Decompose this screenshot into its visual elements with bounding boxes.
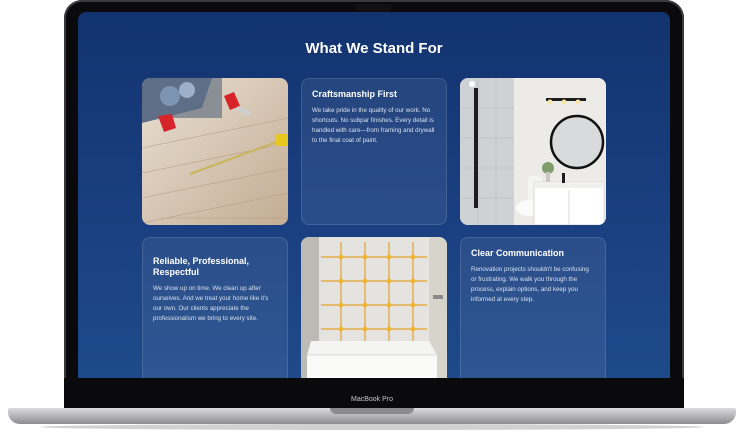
section-title: What We Stand For — [305, 40, 443, 57]
bathroom-shower-vanity-photo — [460, 78, 606, 225]
card-title: Clear Communication — [471, 248, 565, 258]
base-shadow — [40, 424, 704, 430]
value-card-communication: Clear Communication Renovation projects … — [460, 237, 606, 378]
card-body: We take pride in the quality of our work… — [312, 107, 435, 144]
camera-notch — [356, 4, 392, 12]
device-label: MacBook Pro — [350, 396, 394, 403]
value-card-craftsmanship: Craftsmanship First We take pride in the… — [301, 78, 447, 225]
tile-shower-leveling-photo — [301, 237, 447, 378]
base-thumb-notch — [330, 408, 414, 414]
card-title: Reliable, Professional, Respectful — [153, 256, 250, 277]
flooring-installation-photo — [142, 78, 288, 225]
card-body: We show up on time. We clean up after ou… — [153, 285, 269, 322]
card-body: Renovation projects shouldn't be confusi… — [471, 266, 589, 303]
value-card-reliable: Reliable, Professional, Respectful We sh… — [142, 237, 288, 378]
card-title: Craftsmanship First — [312, 89, 398, 99]
website-screen: What We Stand For Craftsmanship First We… — [78, 12, 670, 378]
